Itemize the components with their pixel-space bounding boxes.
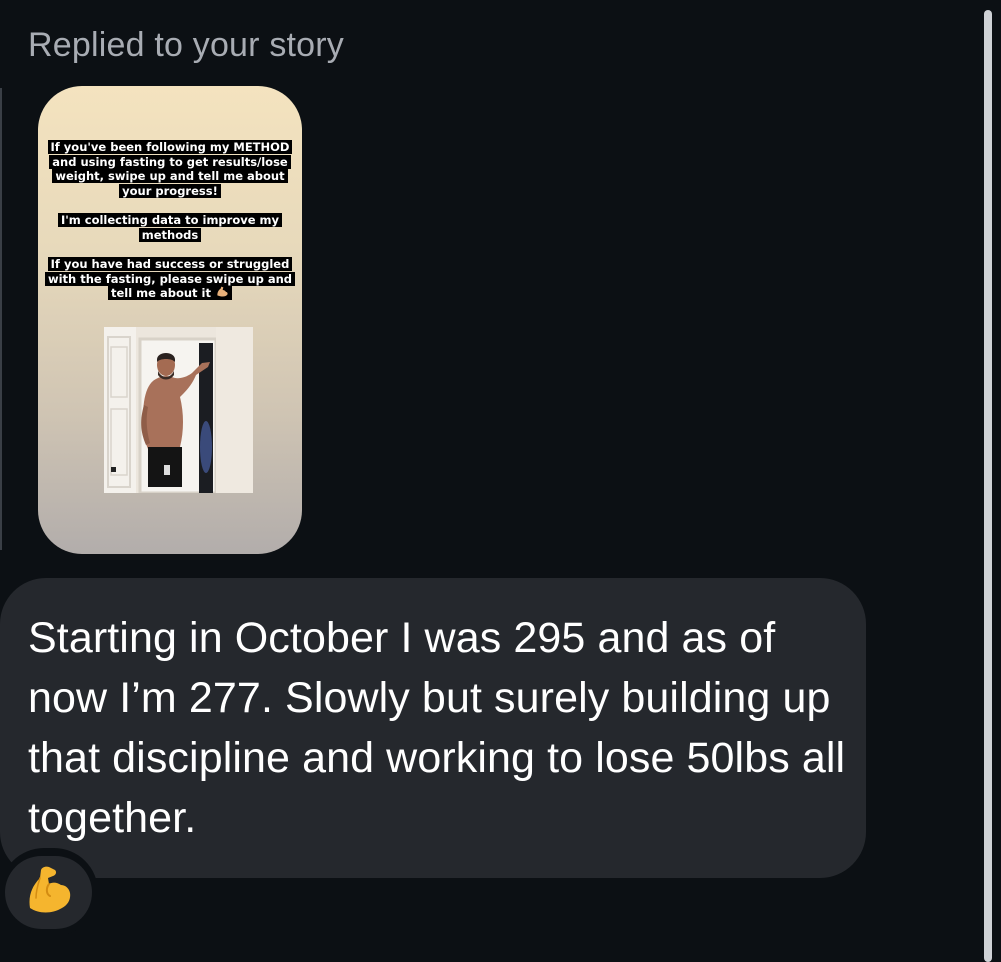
story-caption-1: If you've been following my METHOD and u… bbox=[38, 140, 302, 198]
reply-indicator-bar bbox=[0, 88, 2, 550]
story-caption-1-text: If you've been following my METHOD and u… bbox=[47, 140, 293, 198]
replied-to-story-label: Replied to your story bbox=[28, 26, 345, 64]
scrollbar[interactable] bbox=[984, 10, 992, 962]
story-caption-3: If you have had success or struggled wit… bbox=[38, 257, 302, 301]
message-text: Starting in October I was 295 and as of … bbox=[28, 614, 846, 842]
flexed-biceps-icon bbox=[217, 286, 228, 297]
flexed-biceps-icon bbox=[29, 866, 71, 913]
story-caption-3-text: If you have had success or struggled wit… bbox=[47, 257, 292, 301]
story-caption-2: I'm collecting data to improve my method… bbox=[38, 213, 302, 242]
story-preview[interactable]: If you've been following my METHOD and u… bbox=[38, 86, 302, 554]
story-photo bbox=[104, 327, 253, 493]
dm-thread: Replied to your story If you've been fol… bbox=[0, 0, 1001, 962]
story-caption-2-text: I'm collecting data to improve my method… bbox=[57, 213, 283, 242]
